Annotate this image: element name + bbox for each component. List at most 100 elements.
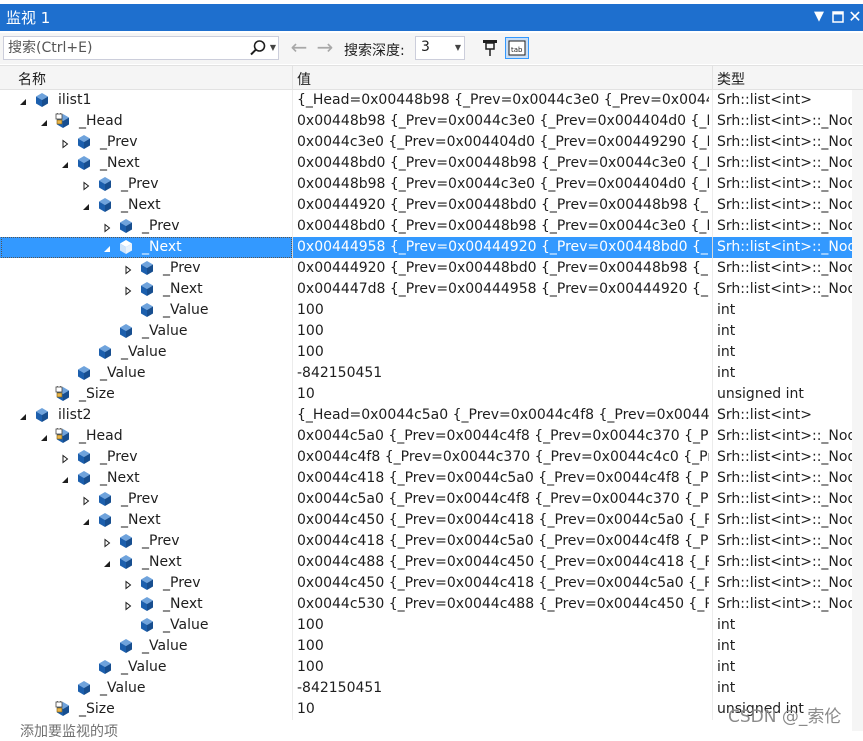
row-value[interactable]: 0x00448bd0 {_Prev=0x00448b98 {_Prev=0x00…: [297, 155, 709, 172]
row-value[interactable]: 100: [297, 659, 709, 676]
collapsed-triangle-icon[interactable]: [102, 221, 112, 233]
watch-row[interactable]: _Prev 0x0044c3e0 {_Prev=0x004404d0 {_Prev…: [0, 132, 852, 153]
row-value[interactable]: 0x00444920 {_Prev=0x00448bd0 {_Prev=0x00…: [297, 197, 709, 214]
search-input[interactable]: [8, 39, 238, 57]
expanded-triangle-icon[interactable]: [60, 473, 70, 483]
watch-row[interactable]: _Prev 0x00444920 {_Prev=0x00448bd0 {_Prev…: [0, 258, 852, 279]
row-value[interactable]: 0x0044c418 {_Prev=0x0044c5a0 {_Prev=0x00…: [297, 470, 709, 487]
window-tab[interactable]: 监视 1 ▼ ✕: [0, 4, 863, 31]
vertical-scrollbar[interactable]: [852, 90, 863, 731]
row-value[interactable]: 0x00444920 {_Prev=0x00448bd0 {_Prev=0x00…: [297, 260, 709, 277]
watch-row[interactable]: _Prev 0x0044c5a0 {_Prev=0x0044c4f8 {_Prev…: [0, 489, 852, 510]
watch-row[interactable]: _Prev 0x0044c4f8 {_Prev=0x0044c370 {_Prev…: [0, 447, 852, 468]
watch-row[interactable]: _Value 100 int: [0, 657, 852, 678]
add-watch-item[interactable]: 添加要监视的项: [20, 721, 118, 741]
watch-row[interactable]: _Next 0x0044c530 {_Prev=0x0044c488 {_Prev…: [0, 594, 852, 615]
row-value[interactable]: 100: [297, 323, 709, 340]
row-value[interactable]: 100: [297, 344, 709, 361]
row-value[interactable]: 0x00448b98 {_Prev=0x0044c3e0 {_Prev=0x00…: [297, 113, 709, 130]
row-value[interactable]: 0x00444958 {_Prev=0x00444920 {_Prev=0x00…: [297, 239, 709, 256]
watch-row[interactable]: _Next 0x0044c450 {_Prev=0x0044c418 {_Prev…: [0, 510, 852, 531]
watch-row[interactable]: _Head 0x0044c5a0 {_Prev=0x0044c4f8 {_Prev…: [0, 425, 852, 447]
row-value[interactable]: {_Head=0x00448b98 {_Prev=0x0044c3e0 {_Pr…: [297, 92, 709, 109]
column-header-name[interactable]: 名称: [18, 69, 46, 89]
watch-row[interactable]: _Next 0x0044c418 {_Prev=0x0044c5a0 {_Prev…: [0, 468, 852, 489]
row-value[interactable]: 0x0044c5a0 {_Prev=0x0044c4f8 {_Prev=0x00…: [297, 491, 709, 508]
expanded-triangle-icon[interactable]: [81, 200, 91, 210]
row-value[interactable]: -842150451: [297, 365, 709, 382]
watch-row[interactable]: _Value 100 int: [0, 636, 852, 657]
row-value[interactable]: -842150451: [297, 680, 709, 697]
search-depth-select[interactable]: 3 ▼: [415, 36, 465, 60]
expanded-triangle-icon[interactable]: [81, 515, 91, 525]
row-value[interactable]: 0x0044c450 {_Prev=0x0044c418 {_Prev=0x00…: [297, 575, 709, 592]
title-bar: 监视 1 ▼ ✕: [0, 0, 863, 33]
row-value[interactable]: 100: [297, 302, 709, 319]
watch-row[interactable]: _Prev 0x00448bd0 {_Prev=0x00448b98 {_Prev…: [0, 216, 852, 237]
watch-row[interactable]: _Value -842150451 int: [0, 678, 852, 699]
collapsed-triangle-icon[interactable]: [123, 578, 133, 590]
row-value[interactable]: 0x0044c450 {_Prev=0x0044c418 {_Prev=0x00…: [297, 512, 709, 529]
watch-row[interactable]: _Prev 0x0044c450 {_Prev=0x0044c418 {_Prev…: [0, 573, 852, 594]
watch-row[interactable]: _Head 0x00448b98 {_Prev=0x0044c3e0 {_Prev…: [0, 110, 852, 132]
watch-row[interactable]: _Next 0x004447d8 {_Prev=0x00444958 {_Prev…: [0, 279, 852, 300]
column-divider[interactable]: [292, 66, 293, 90]
search-options-chevron-icon[interactable]: ▼: [267, 38, 279, 58]
chevron-down-icon[interactable]: ▼: [810, 7, 828, 27]
row-value[interactable]: 0x0044c3e0 {_Prev=0x004404d0 {_Prev=0x00…: [297, 134, 709, 151]
row-value[interactable]: 0x0044c488 {_Prev=0x0044c450 {_Prev=0x00…: [297, 554, 709, 571]
collapsed-triangle-icon[interactable]: [60, 452, 70, 464]
column-divider[interactable]: [712, 66, 713, 90]
expanded-triangle-icon[interactable]: [102, 557, 112, 567]
row-value[interactable]: {_Head=0x0044c5a0 {_Prev=0x0044c4f8 {_Pr…: [297, 407, 709, 424]
watch-row[interactable]: _Prev 0x00448b98 {_Prev=0x0044c3e0 {_Prev…: [0, 174, 852, 195]
collapsed-triangle-icon[interactable]: [123, 284, 133, 296]
search-icon[interactable]: [248, 38, 268, 58]
row-value[interactable]: 10: [297, 386, 709, 403]
row-value[interactable]: 0x0044c418 {_Prev=0x0044c5a0 {_Prev=0x00…: [297, 533, 709, 550]
watch-row[interactable]: _Value 100 int: [0, 300, 852, 321]
expanded-triangle-icon[interactable]: [18, 95, 28, 105]
collapsed-triangle-icon[interactable]: [102, 536, 112, 548]
maximize-icon[interactable]: [829, 7, 847, 27]
watch-row[interactable]: _Next 0x00444920 {_Prev=0x00448bd0 {_Prev…: [0, 195, 852, 216]
column-header-value[interactable]: 值: [297, 69, 311, 89]
expanded-triangle-icon[interactable]: [60, 158, 70, 168]
arrow-right-icon[interactable]: →: [314, 37, 336, 59]
row-value[interactable]: 100: [297, 638, 709, 655]
watch-row[interactable]: _Value 100 int: [0, 342, 852, 363]
watch-row[interactable]: _Prev 0x0044c418 {_Prev=0x0044c5a0 {_Prev…: [0, 531, 852, 552]
row-value[interactable]: 100: [297, 617, 709, 634]
watch-row[interactable]: _Next 0x0044c488 {_Prev=0x0044c450 {_Prev…: [0, 552, 852, 573]
row-value[interactable]: 0x00448bd0 {_Prev=0x00448b98 {_Prev=0x00…: [297, 218, 709, 235]
row-value[interactable]: 10: [297, 701, 709, 718]
collapsed-triangle-icon[interactable]: [123, 599, 133, 611]
collapsed-triangle-icon[interactable]: [60, 137, 70, 149]
expanded-triangle-icon[interactable]: [102, 242, 112, 252]
watch-row[interactable]: _Value 100 int: [0, 321, 852, 342]
row-value[interactable]: 0x0044c4f8 {_Prev=0x0044c370 {_Prev=0x00…: [297, 449, 709, 466]
expanded-triangle-icon[interactable]: [39, 431, 49, 441]
watch-row[interactable]: _Size 10 unsigned int: [0, 698, 852, 720]
watch-row[interactable]: ilist1 {_Head=0x00448b98 {_Prev=0x0044c3e…: [0, 90, 852, 111]
row-value[interactable]: 0x0044c5a0 {_Prev=0x0044c4f8 {_Prev=0x00…: [297, 428, 709, 445]
row-value[interactable]: 0x004447d8 {_Prev=0x00444958 {_Prev=0x00…: [297, 281, 709, 298]
arrow-left-icon[interactable]: ←: [288, 37, 310, 59]
close-icon[interactable]: ✕: [846, 7, 863, 27]
column-header-type[interactable]: 类型: [717, 69, 745, 89]
watch-row[interactable]: ilist2 {_Head=0x0044c5a0 {_Prev=0x0044c4f…: [0, 405, 852, 426]
tab-icon[interactable]: tab: [505, 37, 529, 59]
row-value[interactable]: 0x00448b98 {_Prev=0x0044c3e0 {_Prev=0x00…: [297, 176, 709, 193]
expanded-triangle-icon[interactable]: [39, 116, 49, 126]
row-value[interactable]: 0x0044c530 {_Prev=0x0044c488 {_Prev=0x00…: [297, 596, 709, 613]
collapsed-triangle-icon[interactable]: [123, 263, 133, 275]
watch-row[interactable]: _Next 0x00448bd0 {_Prev=0x00448b98 {_Prev…: [0, 153, 852, 174]
watch-row[interactable]: _Next 0x00444958 {_Prev=0x00444920 {_Prev…: [0, 237, 852, 258]
watch-row[interactable]: _Value -842150451 int: [0, 363, 852, 384]
collapsed-triangle-icon[interactable]: [81, 179, 91, 191]
pin-icon[interactable]: [478, 37, 502, 59]
expanded-triangle-icon[interactable]: [18, 410, 28, 420]
collapsed-triangle-icon[interactable]: [81, 494, 91, 506]
watch-row[interactable]: _Size 10 unsigned int: [0, 383, 852, 405]
watch-row[interactable]: _Value 100 int: [0, 615, 852, 636]
